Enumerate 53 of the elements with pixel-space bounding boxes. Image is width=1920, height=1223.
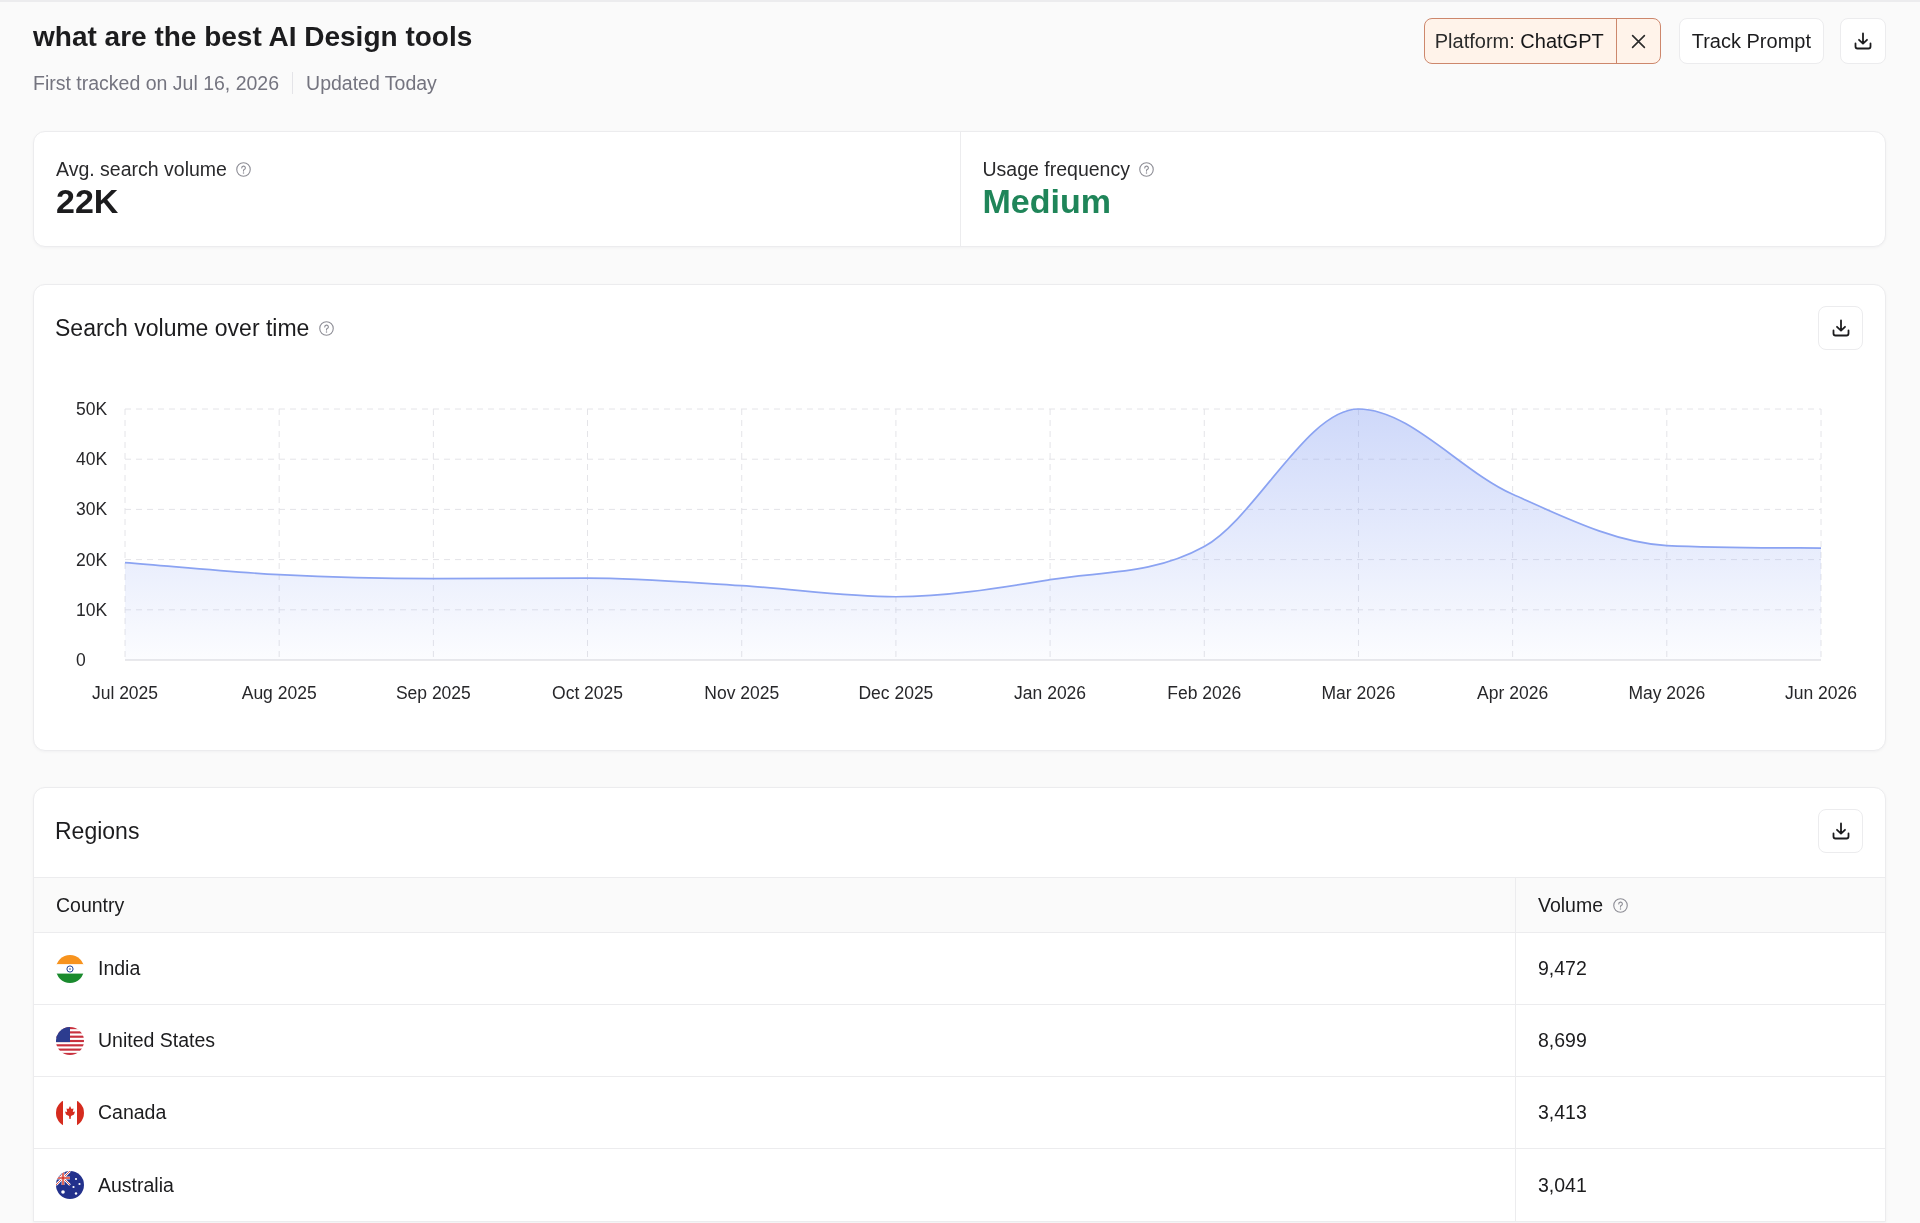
stat-value: Medium (982, 181, 1112, 221)
updated-status: Updated Today (306, 71, 437, 95)
volume-value: 9,472 (1538, 957, 1587, 980)
country-name: United States (98, 1029, 216, 1052)
help-icon (1138, 161, 1154, 177)
country-name: India (98, 957, 141, 980)
help-icon (235, 161, 251, 177)
x-axis-label: Aug 2025 (241, 683, 317, 703)
help-icon (319, 320, 335, 336)
country-name: Canada (98, 1101, 167, 1124)
x-axis-label: Feb 2026 (1167, 683, 1242, 703)
x-axis-label: May 2026 (1628, 683, 1706, 703)
x-axis-label: Jun 2026 (1785, 683, 1857, 703)
x-axis-label: Jul 2025 (91, 683, 159, 703)
download-icon (1830, 318, 1851, 338)
stat-label: Avg. search volume (56, 157, 227, 181)
x-axis-label: Oct 2025 (552, 683, 624, 703)
download-icon (1830, 821, 1851, 841)
australia-flag-icon (56, 1171, 84, 1199)
page-title: what are the best AI Design tools (33, 20, 473, 54)
us-flag-icon (56, 1026, 84, 1055)
x-axis-label: Sep 2025 (395, 683, 471, 703)
x-axis-label: Jan 2026 (1014, 683, 1087, 703)
y-axis-label: 40K (76, 449, 108, 470)
download-button[interactable] (1840, 18, 1886, 64)
stat-value: 22K (56, 181, 120, 221)
track-prompt-button[interactable]: Track Prompt (1678, 18, 1824, 64)
download-button[interactable] (1818, 809, 1863, 853)
country-name: Australia (98, 1173, 174, 1197)
close-icon (1630, 33, 1646, 49)
x-axis-label: Nov 2025 (704, 683, 780, 703)
volume-value: 8,699 (1538, 1029, 1587, 1052)
y-axis-label: 30K (76, 499, 108, 520)
help-icon (1613, 897, 1629, 913)
y-axis-label: 0 (76, 650, 86, 670)
first-tracked-date: First tracked on Jul 16, 2026 (33, 71, 280, 95)
x-axis-label: Dec 2025 (858, 683, 934, 703)
volume-value: 3,413 (1538, 1101, 1587, 1124)
stat-label: Usage frequency (982, 157, 1130, 181)
y-axis-label: 10K (76, 599, 108, 620)
download-icon (1853, 31, 1873, 51)
download-button[interactable] (1818, 306, 1863, 350)
column-header: Country (56, 893, 125, 917)
x-axis-label: Mar 2026 (1321, 683, 1396, 703)
y-axis-label: 20K (76, 549, 108, 570)
column-header: Volume (1538, 893, 1604, 917)
india-flag-icon (56, 954, 84, 983)
volume-value: 3,041 (1538, 1173, 1587, 1197)
card-title: Search volume over time (55, 314, 310, 342)
filter-button[interactable]: Platform: ChatGPT (1424, 19, 1616, 63)
y-axis-label: 50K (76, 399, 108, 419)
x-axis-label: Apr 2026 (1477, 683, 1549, 703)
card-title: Regions (55, 817, 140, 845)
